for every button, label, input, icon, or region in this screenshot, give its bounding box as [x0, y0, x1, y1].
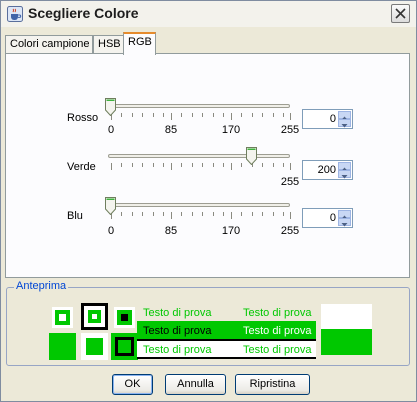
green-slider-ticks — [111, 163, 291, 170]
green-increment-button[interactable] — [338, 162, 351, 171]
tab-label: Colori campione — [10, 38, 90, 50]
close-icon — [395, 8, 406, 19]
tab-label: RGB — [128, 36, 152, 48]
green-decrement-button[interactable] — [338, 170, 351, 179]
red-label: Rosso — [67, 112, 99, 124]
reset-button[interactable]: Ripristina — [235, 374, 310, 395]
preview-swatch — [52, 307, 73, 328]
tick-label: 0 — [107, 124, 115, 136]
green-slider-track[interactable] — [108, 154, 290, 158]
green-label: Verde — [67, 161, 96, 173]
red-slider-thumb[interactable] — [105, 98, 116, 116]
sample-text: Testo di prova — [243, 325, 312, 337]
close-button[interactable] — [391, 4, 410, 23]
tick-label: 170 — [221, 225, 241, 237]
tick-label: 0 — [107, 225, 115, 237]
blue-label: Blu — [67, 210, 83, 222]
blue-increment-button[interactable] — [338, 210, 351, 219]
tab-hsb[interactable]: HSB — [93, 35, 124, 54]
tick-label: 255 — [280, 225, 300, 237]
arrow-down-icon — [341, 124, 348, 128]
tab-swatches[interactable]: Colori campione — [5, 35, 93, 54]
sample-text: Testo di prova — [143, 325, 212, 337]
color-chooser-dialog: Scegliere Colore Colori campione HSB RGB… — [0, 0, 417, 402]
blue-decrement-button[interactable] — [338, 218, 351, 227]
red-increment-button[interactable] — [338, 111, 351, 120]
window-title: Scegliere Colore — [28, 5, 139, 21]
cancel-label: Annulla — [177, 378, 214, 390]
blue-value: 0 — [329, 212, 336, 224]
preview-swatch — [111, 333, 138, 360]
sample-text: Testo di prova — [243, 307, 312, 319]
blue-spinner[interactable]: 0 — [302, 208, 353, 228]
tab-label: HSB — [98, 38, 121, 50]
ok-button[interactable]: OK — [112, 374, 153, 395]
ok-label: OK — [124, 378, 141, 390]
java-cup-icon — [7, 6, 23, 22]
green-slider-thumb[interactable] — [246, 147, 257, 165]
preview-swatch — [81, 303, 108, 330]
blue-slider-ticks — [111, 212, 291, 219]
arrow-down-icon — [341, 223, 348, 227]
tab-rgb[interactable]: RGB — [123, 32, 156, 55]
green-value: 200 — [317, 164, 336, 176]
preview-group: Anteprima Testo di prova Testo di prova … — [6, 280, 410, 366]
red-spinner[interactable]: 0 — [302, 109, 353, 129]
rgb-panel: Rosso 0 85 170 255 0 Verde 255 200 Blu 0… — [5, 53, 410, 278]
preview-swatch-color — [321, 329, 372, 355]
red-value: 0 — [329, 113, 336, 125]
sample-text: Testo di prova — [143, 344, 212, 356]
blue-slider-track[interactable] — [108, 203, 290, 207]
tick-label: 85 — [164, 225, 178, 237]
preview-swatch-light — [321, 304, 372, 329]
tick-label: 255 — [280, 176, 300, 188]
arrow-down-icon — [341, 175, 348, 179]
blue-slider-thumb[interactable] — [105, 197, 116, 215]
sample-text: Testo di prova — [143, 307, 212, 319]
red-slider-track[interactable] — [108, 104, 290, 108]
preview-label: Anteprima — [14, 280, 69, 292]
tick-label: 170 — [221, 124, 241, 136]
red-decrement-button[interactable] — [338, 119, 351, 128]
green-spinner[interactable]: 200 — [302, 160, 353, 180]
tick-label: 255 — [280, 124, 300, 136]
preview-swatch — [81, 333, 108, 360]
tick-label: 85 — [164, 124, 178, 136]
cancel-button[interactable]: Annulla — [165, 374, 226, 395]
sample-text: Testo di prova — [243, 344, 312, 356]
red-slider-ticks — [111, 113, 291, 120]
preview-swatch — [114, 307, 135, 328]
reset-label: Ripristina — [249, 378, 296, 390]
preview-swatch — [49, 333, 76, 360]
title-bar[interactable]: Scegliere Colore — [1, 1, 416, 27]
